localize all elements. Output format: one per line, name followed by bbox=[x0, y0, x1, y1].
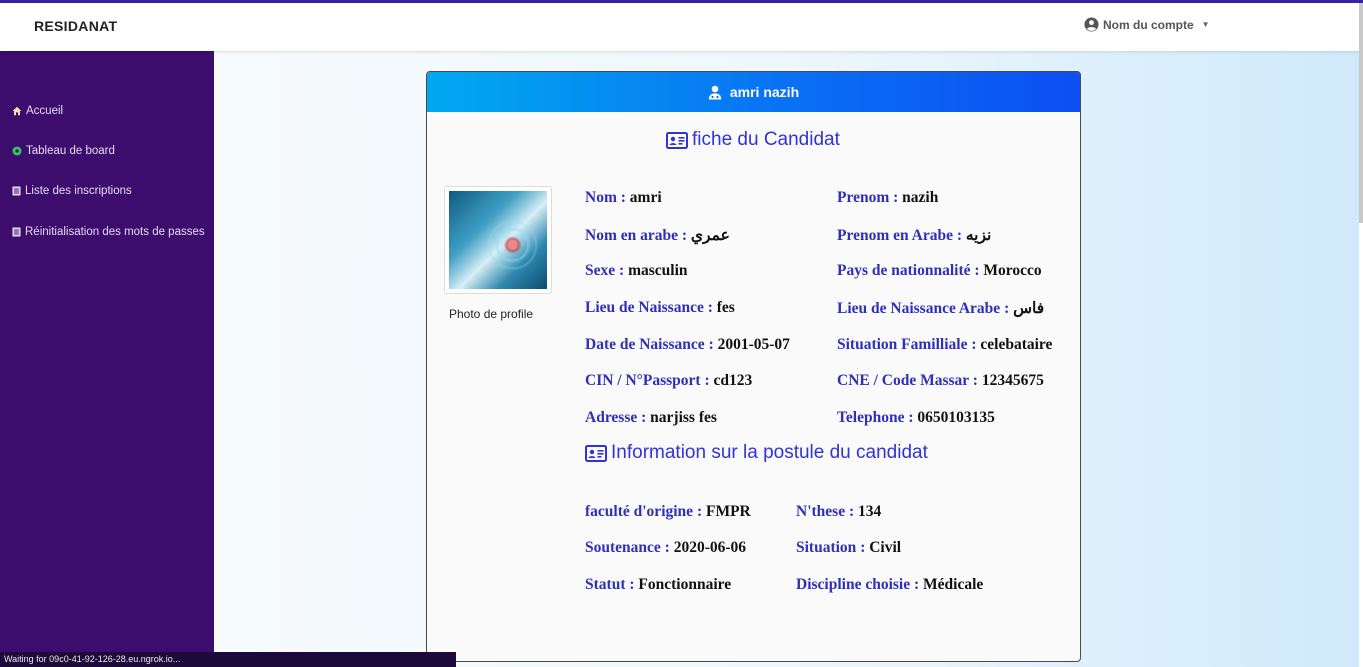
field-situation: Situation : Civil bbox=[796, 539, 902, 556]
id-card-icon bbox=[585, 444, 607, 462]
dashboard-icon bbox=[12, 146, 22, 156]
sidebar: Accueil Tableau de board Liste des inscr… bbox=[0, 51, 214, 667]
field-adresse: Adresse : narjiss fes bbox=[585, 409, 717, 426]
section-title-text: Information sur la postule du candidat bbox=[611, 442, 928, 463]
top-navbar: RESIDANAT Nom du compte ▼ bbox=[0, 3, 1363, 51]
field-cne: CNE / Code Massar : 12345675 bbox=[837, 372, 1044, 389]
section-title-postule: Information sur la postule du candidat bbox=[585, 442, 928, 464]
field-nom: Nom : amri bbox=[585, 189, 662, 206]
sidebar-item-label: Accueil bbox=[26, 105, 64, 117]
user-doctor-icon bbox=[708, 85, 722, 99]
home-icon bbox=[12, 106, 22, 116]
sidebar-item-tableau-de-board[interactable]: Tableau de board bbox=[12, 145, 115, 157]
sidebar-item-label: Liste des inscriptions bbox=[25, 185, 132, 197]
photo-caption: Photo de profile bbox=[449, 307, 534, 321]
card-header: amri nazih bbox=[427, 72, 1080, 112]
list-icon bbox=[12, 186, 21, 196]
scrollbar-thumb[interactable] bbox=[1359, 3, 1363, 223]
sidebar-item-liste-des-inscriptions[interactable]: Liste des inscriptions bbox=[12, 185, 132, 197]
field-date-naissance: Date de Naissance : 2001-05-07 bbox=[585, 336, 790, 353]
field-statut: Statut : Fonctionnaire bbox=[585, 576, 732, 593]
profile-photo bbox=[449, 191, 547, 289]
field-nom-arabe: Nom en arabe : عمري bbox=[585, 227, 730, 244]
sidebar-item-label: Réinitialisation des mots de passes bbox=[25, 226, 205, 238]
field-lieu-naissance-arabe: Lieu de Naissance Arabe : فاس bbox=[837, 300, 1045, 317]
sidebar-item-accueil[interactable]: Accueil bbox=[12, 105, 63, 117]
field-n-these: N'these : 134 bbox=[796, 503, 882, 520]
sidebar-item-reinitialisation[interactable]: Réinitialisation des mots de passes bbox=[12, 226, 205, 238]
list-icon bbox=[12, 227, 21, 237]
field-telephone: Telephone : 0650103135 bbox=[837, 409, 995, 426]
field-faculte-origine: faculté d'origine : FMPR bbox=[585, 503, 751, 520]
field-discipline-choisie: Discipline choisie : Médicale bbox=[796, 576, 984, 593]
field-prenom-arabe: Prenom en Arabe : نزيه bbox=[837, 227, 992, 244]
field-pays-nationalite: Pays de nationnalité : Morocco bbox=[837, 262, 1042, 279]
sidebar-item-label: Tableau de board bbox=[26, 145, 115, 157]
account-dropdown[interactable]: Nom du compte ▼ bbox=[1084, 17, 1210, 32]
field-cin: CIN / N°Passport : cd123 bbox=[585, 372, 753, 389]
section-title-text: fiche du Candidat bbox=[692, 129, 840, 150]
profile-photo-frame bbox=[444, 186, 552, 294]
field-prenom: Prenom : nazih bbox=[837, 189, 939, 206]
browser-status-bar: Waiting for 09c0-41-92-126-28.eu.ngrok.i… bbox=[0, 652, 456, 667]
candidate-name: amri nazih bbox=[729, 84, 800, 100]
id-card-icon bbox=[666, 131, 688, 149]
brand-logo-text[interactable]: RESIDANAT bbox=[34, 18, 117, 34]
section-title-fiche: fiche du Candidat bbox=[666, 129, 840, 151]
field-lieu-naissance: Lieu de Naissance : fes bbox=[585, 299, 735, 316]
chevron-down-icon: ▼ bbox=[1201, 20, 1210, 29]
field-situation-familliale: Situation Familliale : celebataire bbox=[837, 336, 1053, 353]
user-circle-icon bbox=[1084, 17, 1099, 32]
field-soutenance: Soutenance : 2020-06-06 bbox=[585, 539, 747, 556]
candidate-card: amri nazih fiche du Candidat Photo de pr… bbox=[426, 71, 1081, 662]
field-sexe: Sexe : masculin bbox=[585, 262, 688, 279]
account-label: Nom du compte bbox=[1103, 17, 1194, 32]
